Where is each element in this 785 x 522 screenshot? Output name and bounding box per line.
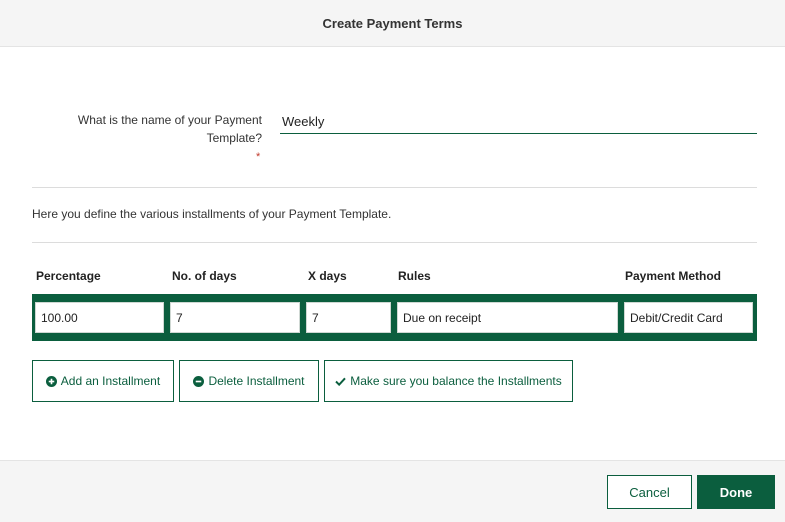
dialog-header: Create Payment Terms xyxy=(0,0,785,47)
minus-circle-icon xyxy=(193,375,205,387)
balance-installments-label: Make sure you balance the Installments xyxy=(350,374,562,388)
column-header-rules: Rules xyxy=(398,269,431,283)
check-icon xyxy=(335,377,346,386)
installments-intro-text: Here you define the various installments… xyxy=(32,207,392,221)
balance-installments-button[interactable]: Make sure you balance the Installments xyxy=(324,360,573,402)
column-header-percentage: Percentage xyxy=(36,269,101,283)
days-input[interactable] xyxy=(170,302,300,333)
template-name-label: What is the name of your Payment Templat… xyxy=(77,113,262,145)
cancel-button[interactable]: Cancel xyxy=(607,475,692,509)
done-button[interactable]: Done xyxy=(697,475,775,509)
required-marker: * xyxy=(256,151,261,163)
add-installment-label: Add an Installment xyxy=(60,374,161,388)
template-name-input[interactable] xyxy=(280,110,757,134)
delete-installment-button[interactable]: Delete Installment xyxy=(179,360,319,402)
delete-installment-label: Delete Installment xyxy=(208,374,305,388)
add-installment-button[interactable]: Add an Installment xyxy=(32,360,174,402)
rules-select[interactable] xyxy=(397,302,618,333)
column-header-days: No. of days xyxy=(172,269,237,283)
divider xyxy=(32,187,757,188)
plus-circle-icon xyxy=(45,375,57,387)
percentage-input[interactable] xyxy=(35,302,164,333)
column-header-payment-method: Payment Method xyxy=(625,269,722,283)
divider xyxy=(32,242,757,243)
column-header-x-days: X days xyxy=(308,269,347,283)
dialog-title: Create Payment Terms xyxy=(322,16,463,31)
payment-method-select[interactable] xyxy=(624,302,753,333)
x-days-input[interactable] xyxy=(306,302,391,333)
